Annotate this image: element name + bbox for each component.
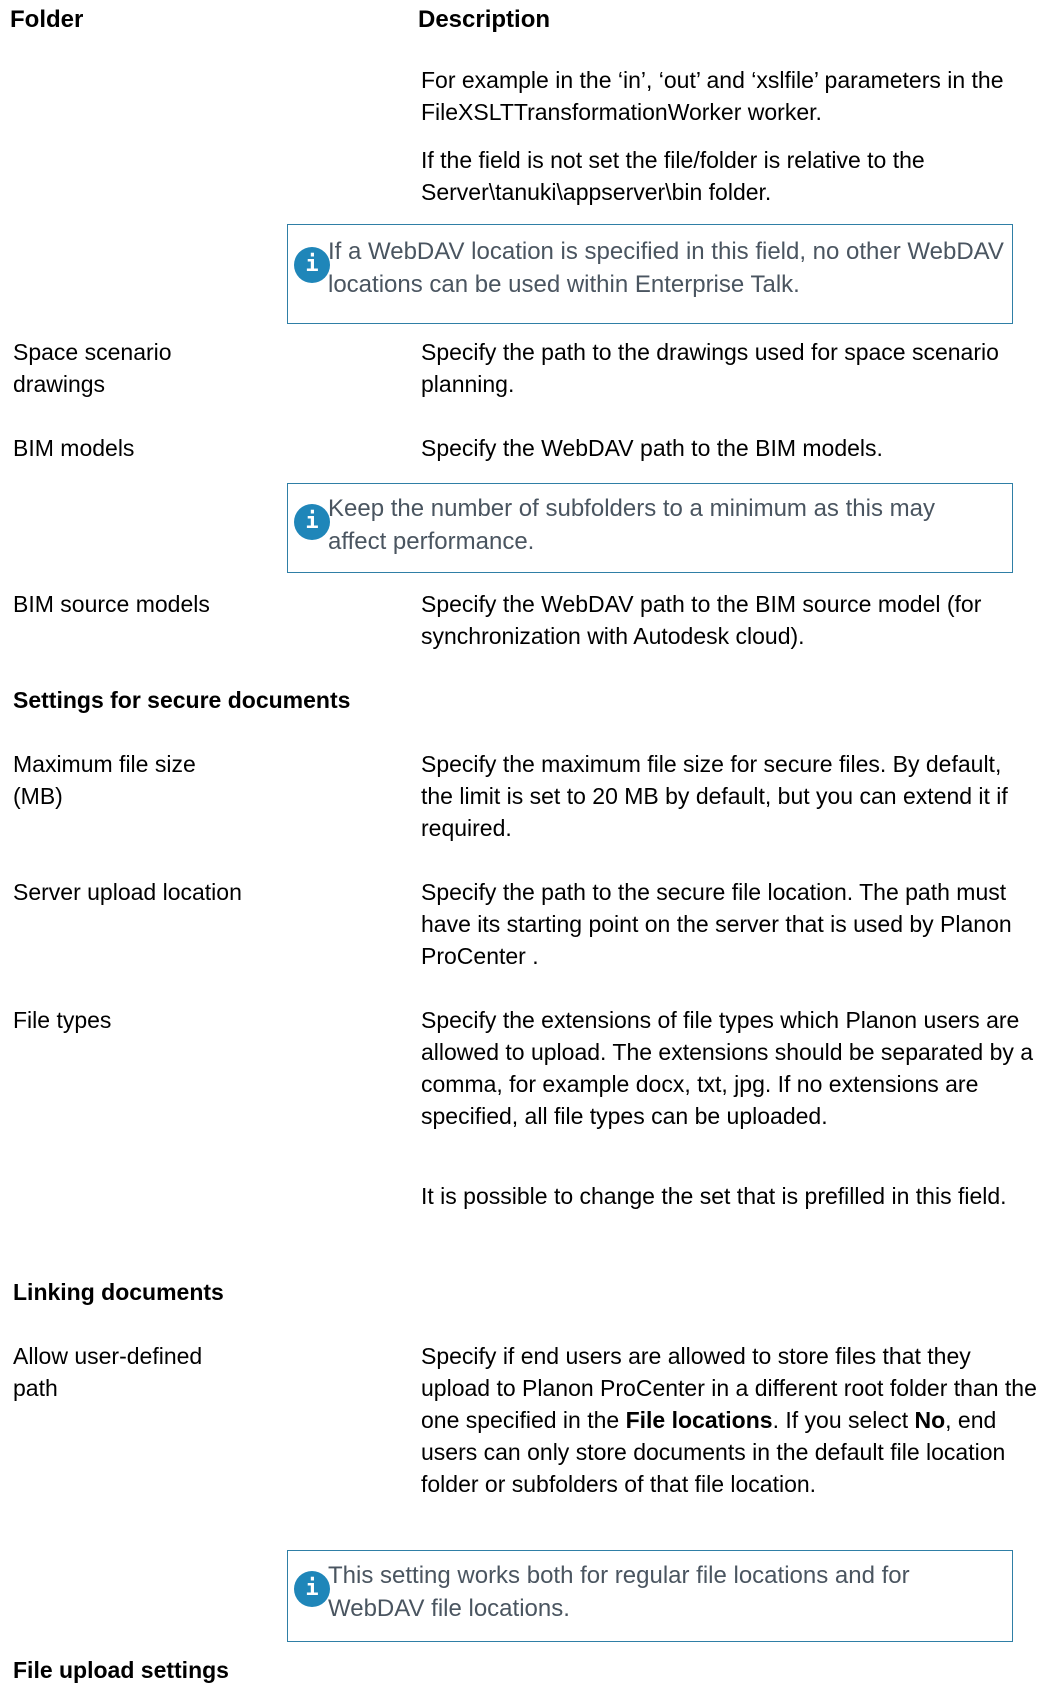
intro-paragraph-relative: If the field is not set the file/folder … [421,147,925,205]
row-label-bim-models: BIM models [13,435,135,461]
info-note-webdav-file-locations: i This setting works both for regular fi… [287,1550,1013,1642]
row-desc-file-types: Specify the extensions of file types whi… [421,1007,1034,1129]
row-desc-bim-models: Specify the WebDAV path to the BIM model… [421,435,883,461]
info-note-text: If a WebDAV location is specified in thi… [328,238,1004,298]
info-note-text: This setting works both for regular file… [328,1562,910,1622]
row-desc-allow-user-defined-path: Specify if end users are allowed to stor… [421,1343,1037,1497]
column-header-folder: Folder [10,6,84,33]
info-icon: i [294,247,330,283]
intro-paragraph-example: For example in the ‘in’, ‘out’ and ‘xslf… [421,67,1004,125]
row-label-file-types: File types [13,1007,112,1033]
column-header-description: Description [418,6,551,33]
section-heading-linking-documents: Linking documents [13,1279,224,1305]
section-heading-file-upload-settings: File upload settings [13,1657,229,1683]
row-desc-file-types-prefilled: It is possible to change the set that is… [421,1183,1007,1209]
row-label-space-scenario: Space scenario drawings [13,339,172,397]
row-label-bim-source-models: BIM source models [13,591,210,617]
section-heading-secure-documents: Settings for secure documents [13,687,351,713]
row-desc-max-file-size: Specify the maximum file size for secure… [421,751,1008,841]
emphasis-file-locations: File locations [625,1407,773,1433]
row-label-max-file-size: Maximum file size (MB) [13,751,196,809]
info-note-webdav: i If a WebDAV location is specified in t… [287,224,1013,324]
emphasis-no: No [914,1407,946,1433]
document-page: Folder Description For example in the ‘i… [0,0,1048,1684]
row-desc-space-scenario: Specify the path to the drawings used fo… [421,339,999,397]
info-note-text: Keep the number of subfolders to a minim… [328,495,935,555]
row-desc-bim-source-models: Specify the WebDAV path to the BIM sourc… [421,591,982,649]
info-icon: i [294,504,330,540]
row-label-server-upload-location: Server upload location [13,879,242,905]
row-desc-server-upload-location: Specify the path to the secure file loca… [421,879,1012,969]
info-note-subfolders: i Keep the number of subfolders to a min… [287,483,1013,573]
row-label-allow-user-defined-path: Allow user-defined path [13,1343,203,1401]
info-icon: i [294,1571,330,1607]
